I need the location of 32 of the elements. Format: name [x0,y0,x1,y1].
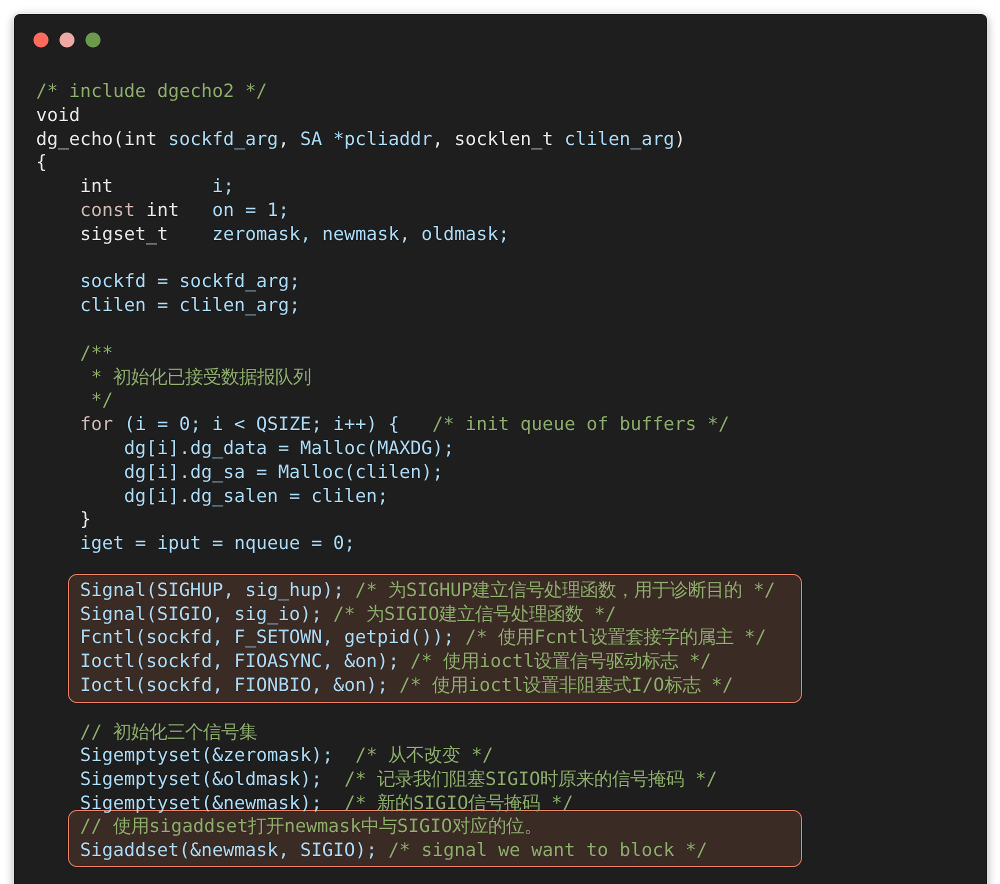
code-line: iget = iput = nqueue = 0; [79,532,356,556]
code-line: int i; [79,175,236,199]
code-line: } [79,508,92,532]
maximize-icon[interactable] [85,32,101,48]
code-line: const int on = 1; [79,198,290,223]
code-line: Ioctl(sockfd, FIONBIO, &on); /* 使用ioctl设置非阻塞式I/O标志 */ [80,674,734,698]
code-line: // 使用sigaddset打开newmask中与SIGIO对应的位。 [80,814,542,838]
minimize-icon[interactable] [59,32,75,48]
code-line: clilen = clilen_arg; [79,294,302,318]
code-line: Sigemptyset(&zeromask); /* 从不改变 */ [79,744,494,768]
code-line: Sigemptyset(&oldmask); /* 记录我们阻塞SIGIO时原来的信号掩码 */ [79,768,718,792]
code-line: /* include dgecho2 */ [36,80,268,104]
code-line: sigset_t zeromask, newmask, oldmask; [79,222,510,247]
code-line: Signal(SIGIO, sig_io); /* 为SIGIO建立信号处理函数 */ [80,602,616,626]
code-line: dg_echo(int sockfd_arg, SA *pcliaddr, socklen_t clilen_arg) [36,128,686,152]
code-line: sockfd = sockfd_arg; [79,270,302,294]
code-line: Fcntl(sockfd, F_SETOWN, getpid()); /* 使用Fcntl设置套接字的属主 */ [80,626,766,650]
code-line: // 初始化三个信号集 [79,720,258,744]
close-icon[interactable] [33,32,49,48]
code-line: void [36,104,82,128]
code-line: { [36,151,48,176]
code-line: Ioctl(sockfd, FIOASYNC, &on); /* 使用ioctl设置信号驱动标志 */ [80,650,712,674]
code-line: for (i = 0; i < QSIZE; i++) { /* init queue of buffers */ [79,413,730,437]
code-line: /** [79,342,114,366]
code-line: dg[i].dg_salen = clilen; [123,484,390,508]
code-line: Sigaddset(&newmask, SIGIO); /* signal we want to block */ [80,838,708,862]
code-line: dg[i].dg_data = Malloc(MAXDG); [123,436,456,461]
code-line: * 初始化已接受数据报队列 [90,366,312,390]
code-line: Signal(SIGHUP, sig_hup); /* 为SIGHUP建立信号处理函数，用于诊断目的 */ [80,578,776,603]
code-line: */ [90,389,114,414]
code-line: dg[i].dg_sa = Malloc(clilen); [123,460,444,485]
code-line: Sigemptyset(&newmask); /* 新的SIGIO信号掩码 */ [79,792,574,816]
